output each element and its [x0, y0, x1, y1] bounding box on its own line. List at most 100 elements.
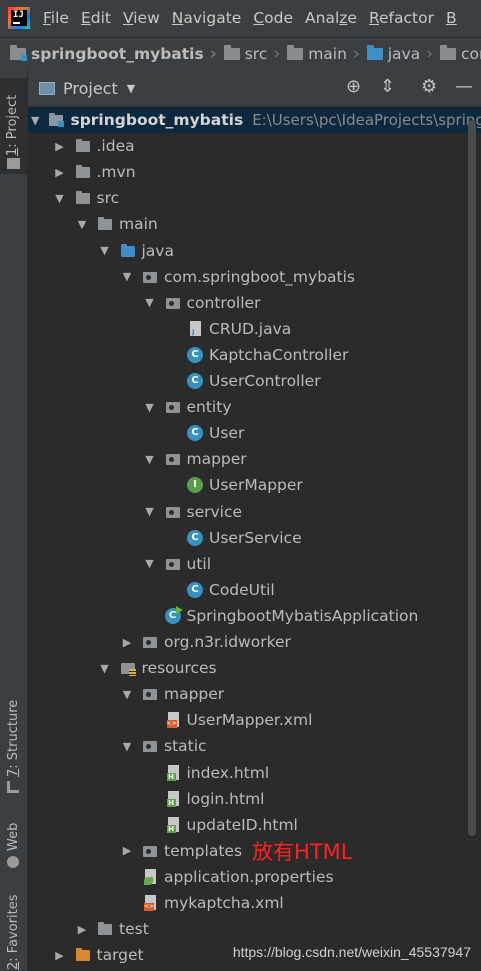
menu-file[interactable]: File — [43, 9, 69, 27]
tree-node-java[interactable]: ▼ java — [28, 238, 481, 264]
expanded-arrow-icon[interactable]: ▼ — [144, 453, 156, 466]
folder-icon — [97, 921, 113, 937]
expanded-arrow-icon[interactable]: ▼ — [99, 662, 111, 675]
module-folder-icon — [48, 112, 65, 128]
tree-node-label: login.html — [186, 789, 265, 808]
minimize-icon[interactable]: — — [455, 78, 473, 96]
collapsed-arrow-icon[interactable]: ▶ — [121, 636, 133, 649]
project-tool-button[interactable]: 1: Project — [0, 78, 27, 174]
tree-node-templates[interactable]: ▶ templates 放有HTML — [28, 838, 481, 864]
expanded-arrow-icon[interactable]: ▼ — [144, 401, 156, 414]
tree-node-static[interactable]: ▼ static — [28, 733, 481, 759]
tree-node-entity[interactable]: ▼ entity — [28, 394, 481, 420]
tree-node-com-springboot-mybatis[interactable]: ▼ com.springboot_mybatis — [28, 264, 481, 290]
html-file-icon: H — [165, 790, 181, 807]
breadcrumb-com[interactable]: com › — [440, 44, 481, 64]
tree-node-resources[interactable]: ▼ resources — [28, 655, 481, 681]
tree-node-mapper[interactable]: ▼ mapper — [28, 446, 481, 472]
tree-node-mapper[interactable]: ▼ mapper — [28, 681, 481, 707]
tree-node-usercontroller[interactable]: ▶CUserController — [28, 368, 481, 394]
collapsed-arrow-icon[interactable]: ▶ — [54, 140, 66, 153]
locate-target-icon[interactable]: ⊕ — [346, 78, 361, 96]
breadcrumb-main[interactable]: main › — [287, 44, 367, 64]
expanded-arrow-icon[interactable]: ▼ — [121, 740, 133, 753]
tree-node-index-html[interactable]: ▶Hindex.html — [28, 760, 481, 786]
expanded-arrow-icon[interactable]: ▼ — [99, 244, 111, 257]
tree-node-application-properties[interactable]: ▶application.properties — [28, 864, 481, 890]
tree-node-label: src — [96, 189, 120, 208]
collapsed-arrow-icon[interactable]: ▶ — [54, 949, 66, 962]
menu-analyze[interactable]: Analze — [305, 9, 357, 27]
tree-node-usermapper-xml[interactable]: ▶<>UserMapper.xml — [28, 707, 481, 733]
tree-node-kaptchacontroller[interactable]: ▶CKaptchaController — [28, 342, 481, 368]
tree-node-mvn[interactable]: ▶ .mvn — [28, 159, 481, 185]
properties-file-icon — [142, 868, 158, 885]
tree-node-label: test — [119, 920, 149, 939]
collapsed-arrow-icon[interactable]: ▶ — [121, 844, 133, 857]
tree-node-main[interactable]: ▼ main — [28, 211, 481, 237]
expanded-arrow-icon[interactable]: ▼ — [31, 114, 39, 127]
favorites-tool-button[interactable]: 2: Favorites — [0, 888, 27, 971]
tree-node-updateid-html[interactable]: ▶HupdateID.html — [28, 812, 481, 838]
tree-node-org-n3r-idworker[interactable]: ▶ org.n3r.idworker — [28, 629, 481, 655]
class-icon: C — [187, 425, 203, 442]
menu-edit[interactable]: Edit — [81, 9, 111, 27]
menu-build[interactable]: B — [446, 9, 457, 27]
menu-navigate[interactable]: Navigate — [172, 9, 242, 27]
expanded-arrow-icon[interactable]: ▼ — [121, 688, 133, 701]
project-toolwindow-header: Project ▼ ⊕ ⇕ ⚙ — — [28, 70, 481, 107]
menu-refactor[interactable]: Refactor — [369, 9, 434, 27]
expanded-arrow-icon[interactable]: ▼ — [144, 296, 156, 309]
tree-node-springboot-mybatis[interactable]: ▼ springboot_mybatis E:\Users\pc\IdeaProje… — [28, 107, 481, 133]
package-icon — [165, 399, 181, 415]
structure-tool-button[interactable]: 7: Structure — [0, 695, 27, 795]
package-icon — [165, 556, 181, 572]
expanded-arrow-icon[interactable]: ▼ — [121, 270, 133, 283]
tree-node-label: .idea — [96, 137, 135, 156]
source-folder-icon — [366, 45, 383, 60]
tree-node-login-html[interactable]: ▶Hlogin.html — [28, 786, 481, 812]
project-view-selector[interactable]: Project — [63, 79, 118, 98]
tree-node-label: KaptchaController — [209, 345, 349, 364]
tree-node-user[interactable]: ▶CUser — [28, 420, 481, 446]
tree-node-src[interactable]: ▼ src — [28, 185, 481, 211]
web-globe-icon — [7, 856, 19, 868]
spring-application-class-icon: C — [164, 605, 183, 624]
tree-node-label: target — [96, 946, 144, 965]
web-tool-button[interactable]: Web — [0, 815, 27, 875]
menu-code[interactable]: Code — [253, 9, 293, 27]
breadcrumb-src[interactable]: src › — [223, 44, 287, 64]
tree-node-usermapper[interactable]: ▶IUserMapper — [28, 472, 481, 498]
tree-node-mykaptcha-xml[interactable]: ▶<>mykaptcha.xml — [28, 890, 481, 916]
tree-node-springbootmybatisapplication[interactable]: ▶CSpringbootMybatisApplication — [28, 603, 481, 629]
tree-node-util[interactable]: ▼ util — [28, 551, 481, 577]
tree-node-service[interactable]: ▼ service — [28, 499, 481, 525]
dropdown-arrow-icon[interactable]: ▼ — [127, 82, 135, 95]
tree-node-codeutil[interactable]: ▶CCodeUtil — [28, 577, 481, 603]
tree-node-controller[interactable]: ▼ controller — [28, 290, 481, 316]
tree-node-label: com.springboot_mybatis — [164, 267, 355, 286]
expanded-arrow-icon[interactable]: ▼ — [54, 192, 66, 205]
tree-node-label: UserService — [209, 528, 302, 547]
menu-view[interactable]: View — [123, 9, 160, 27]
collapsed-arrow-icon[interactable]: ▶ — [76, 923, 88, 936]
expanded-arrow-icon[interactable]: ▼ — [144, 557, 156, 570]
structure-icon — [7, 781, 19, 793]
tree-node-idea[interactable]: ▶ .idea — [28, 133, 481, 159]
collapse-all-icon[interactable]: ⇕ — [380, 78, 395, 96]
expanded-arrow-icon[interactable]: ▼ — [76, 218, 88, 231]
tree-node-userservice[interactable]: ▶CUserService — [28, 525, 481, 551]
left-tool-strip: 1: Project 7: Structure Web 2: Favorites — [0, 70, 28, 971]
source-folder-icon — [120, 243, 136, 259]
collapsed-arrow-icon[interactable]: ▶ — [54, 166, 66, 179]
tree-node-label: controller — [186, 293, 261, 312]
breadcrumb-project[interactable]: springboot_mybatis › — [10, 44, 224, 64]
gear-icon[interactable]: ⚙ — [421, 78, 437, 96]
expanded-arrow-icon[interactable]: ▼ — [144, 505, 156, 518]
vertical-scrollbar[interactable] — [468, 120, 476, 836]
tree-node-label: UserMapper.xml — [186, 711, 313, 730]
tree-node-test[interactable]: ▶ test — [28, 916, 481, 942]
tree-node-crud-java[interactable]: ▶JCRUD.java — [28, 316, 481, 342]
folder-icon — [75, 190, 91, 206]
breadcrumb-java[interactable]: java › — [366, 44, 440, 64]
